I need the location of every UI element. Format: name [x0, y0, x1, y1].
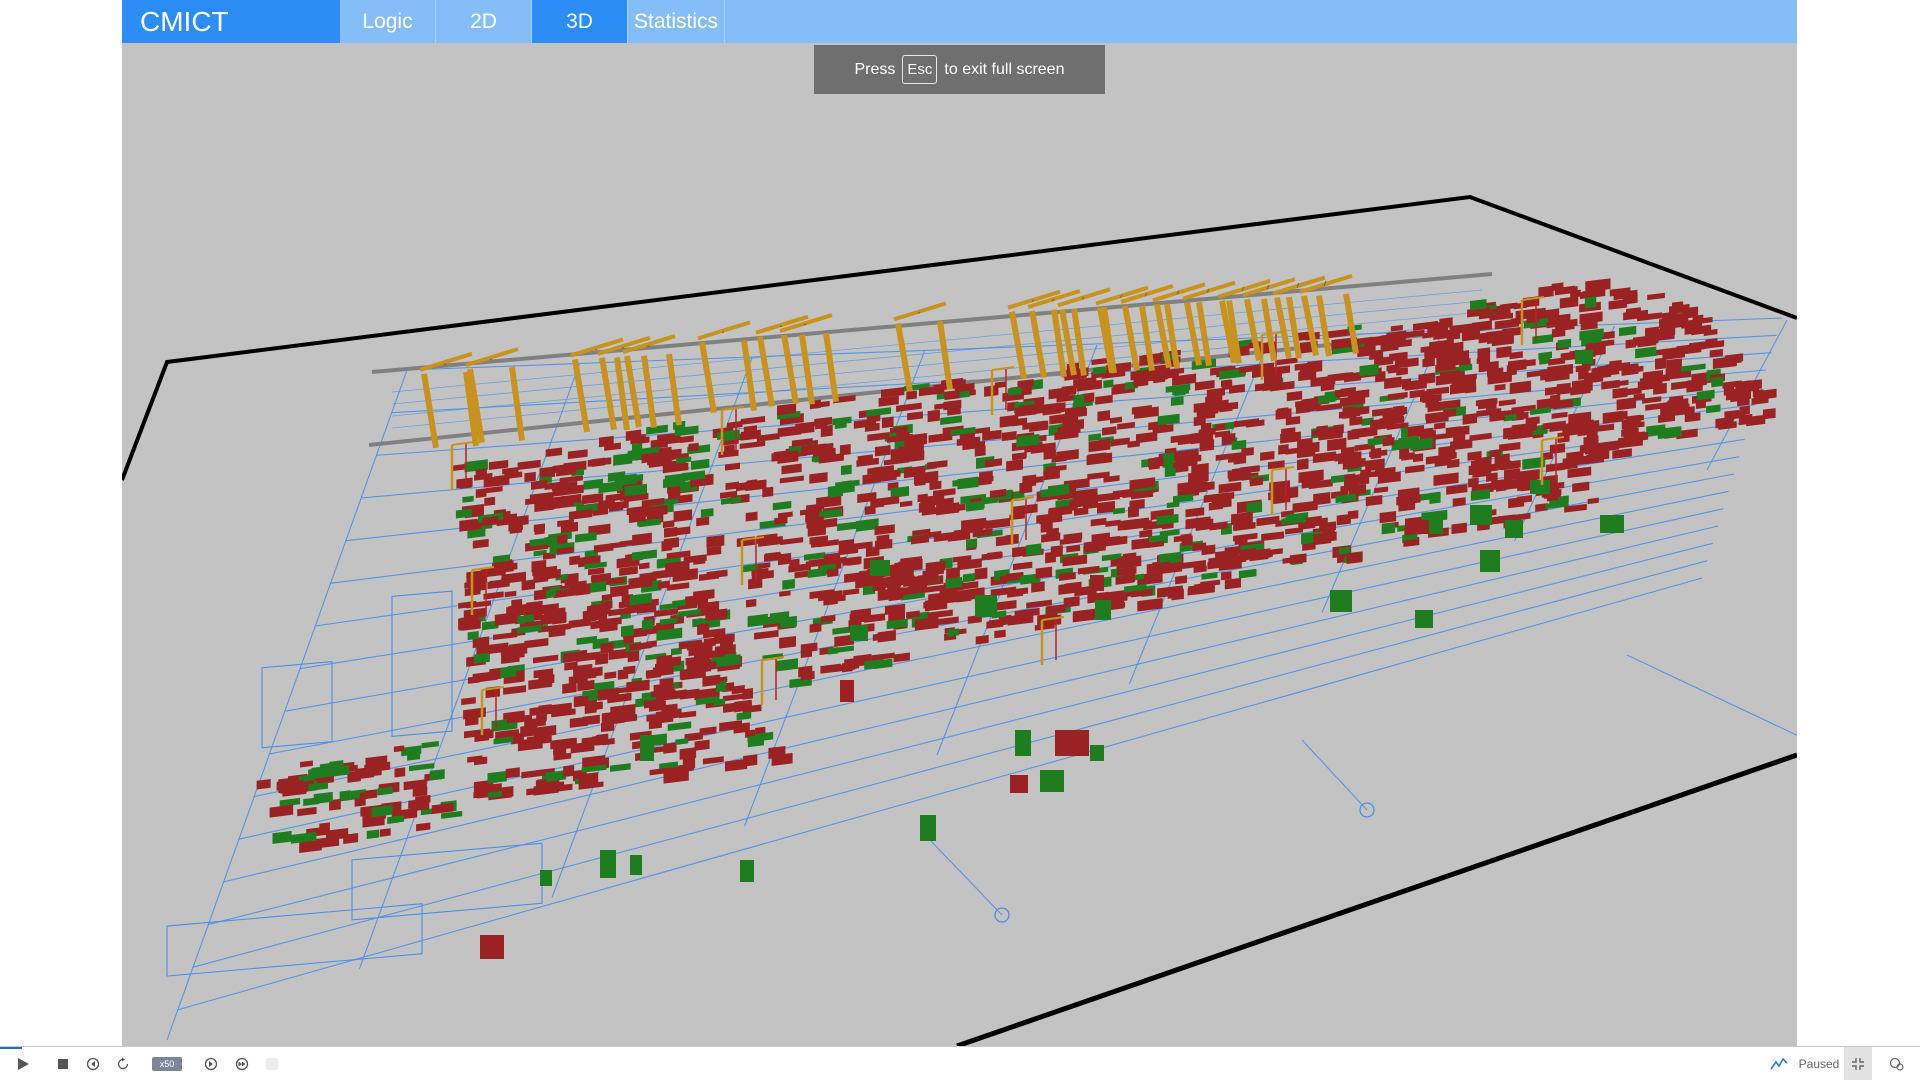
step-forward-icon[interactable]: [200, 1047, 222, 1080]
chart-icon[interactable]: [1768, 1047, 1790, 1080]
brand-logo: CMICT: [122, 0, 340, 43]
tab-3d[interactable]: 3D: [532, 0, 628, 43]
fast-forward-icon[interactable]: [231, 1047, 253, 1080]
status-bar: x50 Paused: [0, 1046, 1920, 1080]
tab-logic[interactable]: Logic: [340, 0, 436, 43]
esc-key-badge: Esc: [902, 55, 937, 84]
container-stacks: [257, 278, 1777, 959]
tab-2d[interactable]: 2D: [436, 0, 532, 43]
toast-prefix: Press: [855, 61, 896, 79]
tab-statistics[interactable]: Statistics: [628, 0, 725, 43]
play-icon[interactable]: [12, 1047, 34, 1080]
blank-slot: [264, 1047, 280, 1080]
fullscreen-toast: Press Esc to exit full screen: [814, 45, 1105, 94]
simulation-state: Paused: [1798, 1047, 1840, 1080]
stop-icon[interactable]: [52, 1047, 74, 1080]
toast-suffix: to exit full screen: [944, 61, 1064, 79]
step-back-icon[interactable]: [82, 1047, 104, 1080]
speed-badge[interactable]: x50: [146, 1047, 188, 1080]
top-navigation: CMICT Logic 2D 3D Statistics: [122, 0, 1797, 43]
settings-icon[interactable]: [1884, 1047, 1910, 1080]
speed-value: x50: [152, 1057, 183, 1071]
app-window: CMICT Logic 2D 3D Statistics Press Esc t…: [122, 0, 1797, 1046]
reset-icon[interactable]: [112, 1047, 134, 1080]
exit-fullscreen-icon[interactable]: [1844, 1047, 1872, 1080]
3d-viewport[interactable]: [122, 43, 1797, 1046]
